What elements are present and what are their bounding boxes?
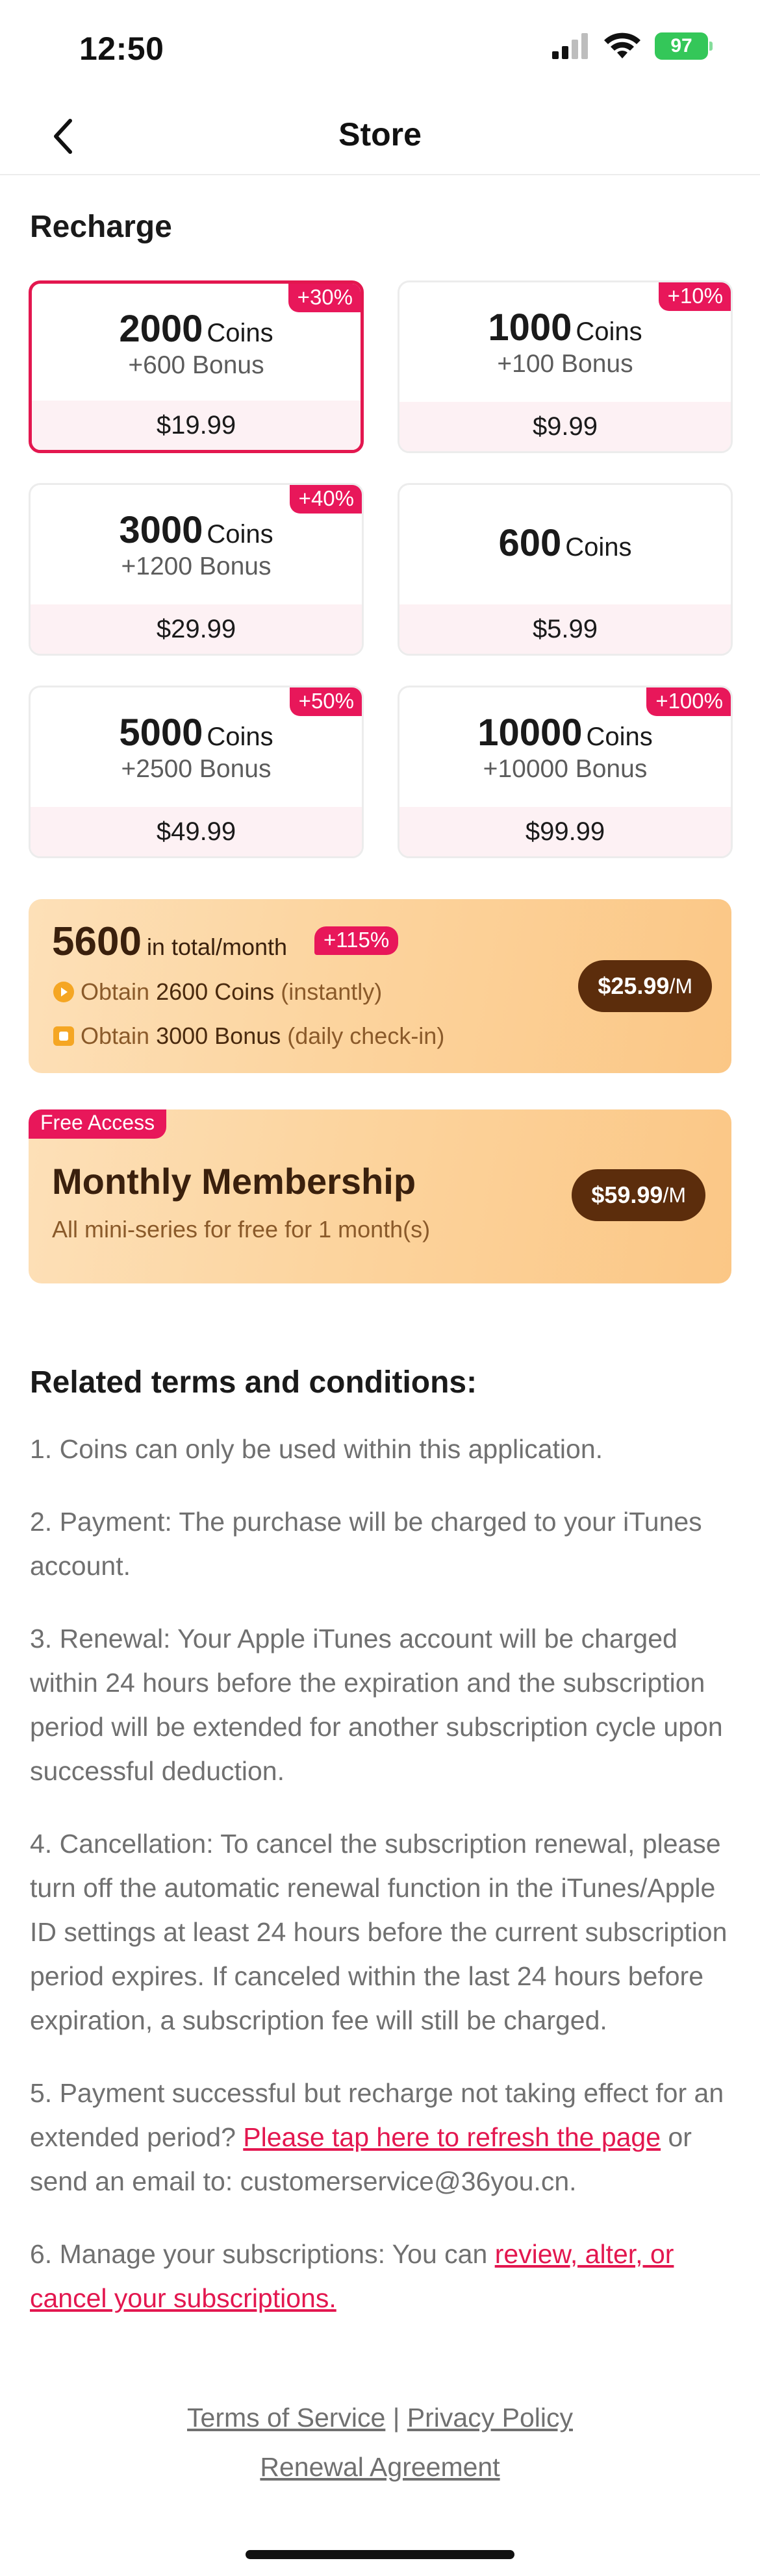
terms-of-service-link[interactable]: Terms of Service (187, 2403, 385, 2433)
membership-title: Monthly Membership (52, 1161, 416, 1202)
coin-amount: 2000 Coins (32, 307, 361, 351)
membership-price-button[interactable]: $59.99/M (572, 1169, 705, 1221)
membership-description: All mini-series for free for 1 month(s) (52, 1216, 431, 1243)
coin-icon (53, 982, 74, 1002)
terms-item-3: 3. Renewal: Your Apple iTunes account wi… (30, 1624, 723, 1786)
battery-indicator: 97 (655, 32, 713, 60)
bonus-label: +1200 Bonus (121, 552, 272, 580)
coin-unit: Coins (565, 533, 632, 562)
terms-item-1: 1. Coins can only be used within this ap… (30, 1434, 603, 1464)
coin-amount: 10000 Coins (399, 711, 731, 754)
subscription-period: /M (669, 974, 692, 998)
daily-bonus-amount: 3000 Bonus (156, 1022, 281, 1049)
subscription-total: 5600 in total/month (52, 919, 287, 965)
status-bar: 12:50 97 (0, 0, 760, 97)
terms-list: 1. Coins can only be used within this ap… (30, 1427, 731, 2349)
subscription-total-suffix: in total/month (146, 934, 288, 960)
bonus-percent-badge: +100% (646, 687, 731, 716)
coin-amount: 1000 Coins (399, 306, 731, 349)
coin-package-card-600[interactable]: 600 Coins $5.99 (398, 483, 733, 656)
coin-count: 2000 (119, 308, 203, 350)
membership-card[interactable]: Free Access Monthly Membership All mini-… (29, 1109, 731, 1283)
recharge-section-title: Recharge (30, 210, 172, 244)
subscription-total-amount: 5600 (52, 919, 142, 964)
coin-unit: Coins (207, 520, 273, 549)
price-label: $29.99 (31, 604, 362, 654)
privacy-policy-link[interactable]: Privacy Policy (407, 2403, 573, 2433)
terms-item-2: 2. Payment: The purchase will be charged… (30, 1507, 702, 1581)
bonus-label: +600 Bonus (128, 351, 264, 379)
instant-coins-amount: 2600 Coins (156, 978, 275, 1005)
home-indicator (246, 2550, 514, 2559)
free-access-badge: Free Access (29, 1109, 167, 1139)
price-label: $5.99 (399, 604, 731, 654)
terms-item-4: 4. Cancellation: To cancel the subscript… (30, 1829, 728, 2035)
price-label: $49.99 (31, 807, 362, 856)
coin-count: 3000 (119, 509, 203, 551)
terms-item-5: 5. Payment successful but recharge not t… (30, 2071, 731, 2203)
terms-item-6-prefix: 6. Manage your subscriptions: You can (30, 2239, 495, 2269)
terms-title: Related terms and conditions: (30, 1365, 477, 1400)
daily-bonus-prefix: Obtain (81, 1022, 150, 1049)
coin-package-card-5000[interactable]: 5000 Coins +2500 Bonus $49.99 +50% (29, 686, 364, 858)
coin-amount: 3000 Coins (31, 508, 362, 552)
daily-bonus-line: Obtain 3000 Bonus (daily check-in) (53, 1022, 444, 1050)
renewal-agreement-link[interactable]: Renewal Agreement (260, 2452, 500, 2482)
page-title: Store (338, 116, 422, 153)
instant-coins-line: Obtain 2600 Coins (instantly) (53, 978, 382, 1006)
coin-package-card-2000[interactable]: 2000 Coins +600 Bonus $19.99 +30% (29, 280, 364, 453)
bonus-label: +10000 Bonus (483, 755, 648, 783)
membership-period: /M (663, 1183, 686, 1207)
membership-price: $59.99 (591, 1182, 663, 1208)
coin-package-card-10000[interactable]: 10000 Coins +10000 Bonus $99.99 +100% (398, 686, 733, 858)
footer-links: Terms of Service | Privacy Policy Renewa… (0, 2393, 760, 2492)
coin-unit: Coins (207, 723, 273, 751)
daily-bonus-suffix: (daily check-in) (287, 1022, 445, 1049)
coin-unit: Coins (586, 723, 653, 751)
status-icons: 97 (552, 32, 713, 60)
bonus-percent-badge: +50% (289, 687, 362, 716)
coin-amount: 5000 Coins (31, 711, 362, 754)
footer-row-1: Terms of Service | Privacy Policy (0, 2393, 760, 2442)
instant-coins-suffix: (instantly) (281, 978, 383, 1005)
coin-amount: 600 Coins (399, 521, 731, 565)
price-label: $9.99 (399, 402, 731, 451)
footer-separator: | (392, 2403, 400, 2433)
cellular-signal-icon (552, 33, 588, 59)
subscription-price-button[interactable]: $25.99/M (578, 960, 712, 1012)
instant-coins-prefix: Obtain (81, 978, 150, 1005)
coin-count: 5000 (119, 712, 203, 754)
calendar-icon (53, 1026, 74, 1046)
coin-count: 1000 (488, 306, 572, 349)
subscription-percent-badge: +115% (314, 926, 399, 955)
price-label: $19.99 (32, 401, 361, 450)
price-label: $99.99 (399, 807, 731, 856)
bonus-percent-badge: +40% (289, 485, 362, 514)
status-time: 12:50 (79, 31, 164, 67)
bonus-label: +2500 Bonus (121, 755, 272, 783)
coin-package-card-3000[interactable]: 3000 Coins +1200 Bonus $29.99 +40% (29, 483, 364, 656)
battery-level: 97 (670, 35, 692, 56)
coin-package-card-1000[interactable]: 1000 Coins +100 Bonus $9.99 +10% (398, 280, 733, 453)
coin-count: 600 (498, 522, 562, 564)
nav-bar: Store (0, 97, 760, 175)
footer-row-2: Renewal Agreement (0, 2442, 760, 2492)
coin-unit: Coins (576, 317, 642, 346)
coin-unit: Coins (207, 319, 273, 347)
coin-count: 10000 (477, 712, 583, 754)
coin-subscription-card[interactable]: 5600 in total/month +115% Obtain 2600 Coi… (29, 899, 731, 1073)
subscription-price: $25.99 (598, 972, 670, 999)
bonus-label: +100 Bonus (497, 350, 633, 378)
bonus-percent-badge: +30% (288, 284, 361, 312)
bonus-percent-badge: +10% (658, 282, 731, 311)
refresh-page-link[interactable]: Please tap here to refresh the page (243, 2122, 661, 2152)
terms-item-6: 6. Manage your subscriptions: You can re… (30, 2232, 731, 2320)
wifi-icon (604, 32, 640, 58)
